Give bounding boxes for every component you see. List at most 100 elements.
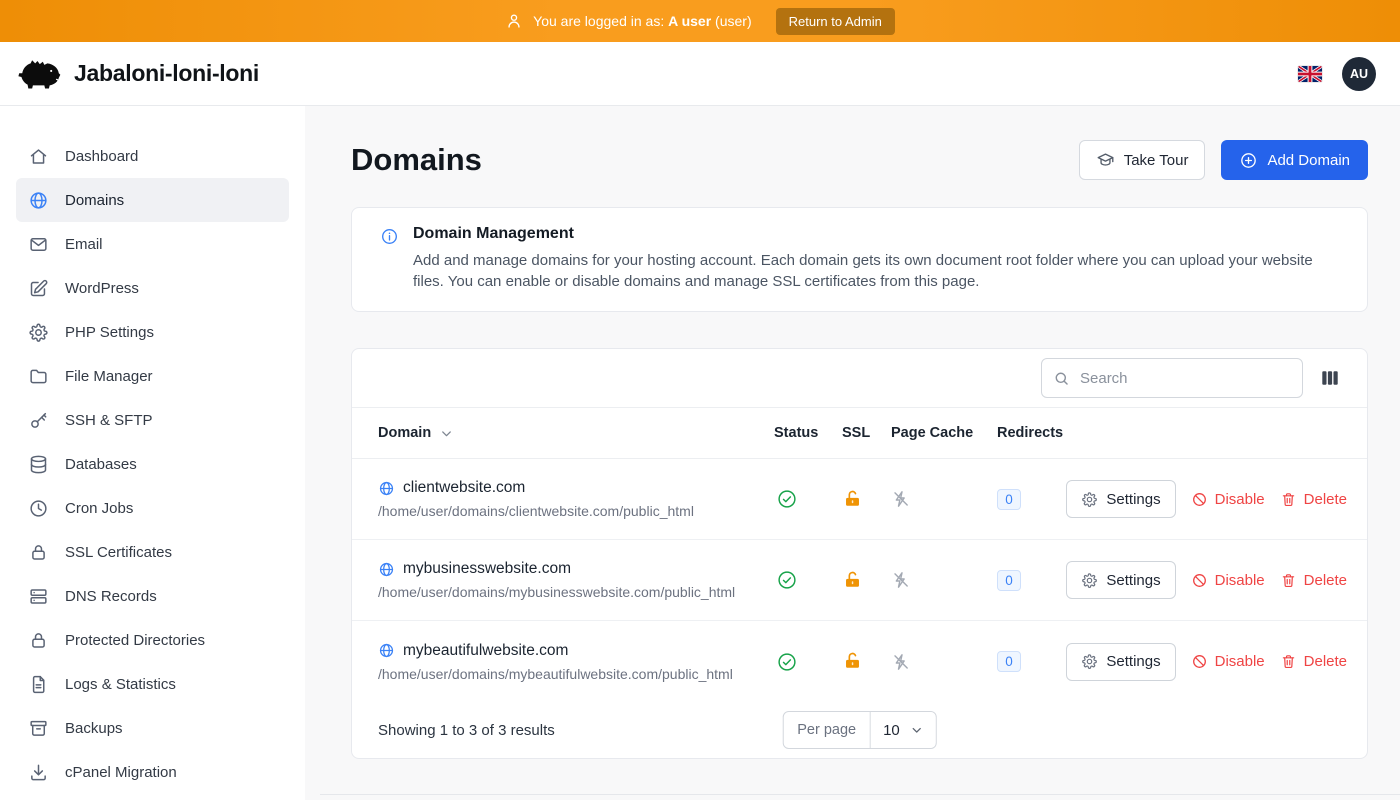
sidebar-item-label: SSH & SFTP xyxy=(65,412,153,429)
sidebar-item-php-settings[interactable]: PHP Settings xyxy=(16,310,289,354)
sidebar-item-backups[interactable]: Backups xyxy=(16,706,289,750)
banner-text: You are logged in as: A user (user) xyxy=(533,13,751,29)
column-header-ssl: SSL xyxy=(842,425,891,441)
domain-path: /home/user/domains/mybusinesswebsite.com… xyxy=(378,584,774,600)
home-icon xyxy=(28,146,49,167)
boar-logo-icon xyxy=(16,58,62,90)
domain-name: mybeautifulwebsite.com xyxy=(403,642,568,660)
status-cell xyxy=(774,488,842,510)
sidebar-item-label: File Manager xyxy=(65,368,153,385)
ssl-unlocked-icon[interactable] xyxy=(842,489,863,510)
main-content: Domains Take Tour Add Domain Domain Mana… xyxy=(305,106,1400,800)
globe-icon xyxy=(378,561,395,578)
return-to-admin-button[interactable]: Return to Admin xyxy=(776,8,895,35)
gear-icon xyxy=(1081,491,1098,508)
globe-icon xyxy=(28,190,49,211)
impersonation-banner: You are logged in as: A user (user) Retu… xyxy=(0,0,1400,42)
column-header-domain[interactable]: Domain xyxy=(378,425,774,441)
sidebar-item-wordpress[interactable]: WordPress xyxy=(16,266,289,310)
table-row: mybusinesswebsite.com /home/user/domains… xyxy=(352,540,1367,621)
sidebar-item-label: WordPress xyxy=(65,280,139,297)
header-right: AU xyxy=(1298,57,1376,91)
language-flag-uk-icon[interactable] xyxy=(1298,66,1322,82)
sidebar-item-ssl-certificates[interactable]: SSL Certificates xyxy=(16,530,289,574)
domain-cell: mybeautifulwebsite.com /home/user/domain… xyxy=(378,642,774,682)
sidebar-item-protected-directories[interactable]: Protected Directories xyxy=(16,618,289,662)
sidebar-item-logs-statistics[interactable]: Logs & Statistics xyxy=(16,662,289,706)
ban-icon xyxy=(1191,491,1208,508)
sidebar-item-label: SSL Certificates xyxy=(65,544,172,561)
sidebar-item-label: Domains xyxy=(65,192,124,209)
page-cache-disabled-icon[interactable] xyxy=(891,652,911,672)
row-actions: Settings Disable Delete xyxy=(1087,561,1347,599)
sidebar-item-label: Email xyxy=(65,236,103,253)
table-row: clientwebsite.com /home/user/domains/cli… xyxy=(352,459,1367,540)
settings-button[interactable]: Settings xyxy=(1066,643,1175,681)
sidebar-item-databases[interactable]: Databases xyxy=(16,442,289,486)
sidebar-item-cpanel-migration[interactable]: cPanel Migration xyxy=(16,750,289,794)
page-cache-disabled-icon[interactable] xyxy=(891,570,911,590)
settings-button[interactable]: Settings xyxy=(1066,480,1175,518)
sort-chevron-icon xyxy=(439,426,454,441)
sidebar-item-email[interactable]: Email xyxy=(16,222,289,266)
disable-button[interactable]: Disable xyxy=(1191,572,1265,589)
gear-icon xyxy=(1081,572,1098,589)
delete-button[interactable]: Delete xyxy=(1280,572,1347,589)
chevron-down-icon xyxy=(910,723,924,737)
ssl-unlocked-icon[interactable] xyxy=(842,651,863,672)
domain-path: /home/user/domains/mybeautifulwebsite.co… xyxy=(378,666,774,682)
sidebar-item-file-manager[interactable]: File Manager xyxy=(16,354,289,398)
columns-icon xyxy=(1319,367,1341,389)
disable-button[interactable]: Disable xyxy=(1191,653,1265,670)
search-box xyxy=(1041,358,1303,398)
table-row: mybeautifulwebsite.com /home/user/domain… xyxy=(352,621,1367,702)
sidebar-item-dashboard[interactable]: Dashboard xyxy=(16,134,289,178)
info-icon xyxy=(380,227,399,246)
server-icon xyxy=(28,586,49,607)
gear-icon xyxy=(1081,653,1098,670)
row-actions: Settings Disable Delete xyxy=(1087,643,1347,681)
mail-icon xyxy=(28,234,49,255)
column-settings-button[interactable] xyxy=(1317,365,1343,391)
delete-button[interactable]: Delete xyxy=(1280,653,1347,670)
redirects-count-badge: 0 xyxy=(997,570,1021,591)
brand-home-link[interactable]: Jabaloni-loni-loni xyxy=(16,58,259,90)
search-icon xyxy=(1053,370,1070,387)
row-actions: Settings Disable Delete xyxy=(1087,480,1347,518)
sidebar-item-cron-jobs[interactable]: Cron Jobs xyxy=(16,486,289,530)
domain-management-info-card: Domain Management Add and manage domains… xyxy=(351,207,1368,312)
graduation-cap-icon xyxy=(1096,151,1115,170)
column-header-status: Status xyxy=(774,425,842,441)
download-icon xyxy=(28,762,49,783)
content-bottom-divider xyxy=(320,794,1400,795)
domain-cell: mybusinesswebsite.com /home/user/domains… xyxy=(378,560,774,600)
search-input[interactable] xyxy=(1041,358,1303,398)
sidebar-item-domains[interactable]: Domains xyxy=(16,178,289,222)
sidebar-item-dns-records[interactable]: DNS Records xyxy=(16,574,289,618)
folder-icon xyxy=(28,366,49,387)
add-domain-button[interactable]: Add Domain xyxy=(1221,140,1368,180)
per-page-select[interactable]: 10 xyxy=(871,712,936,748)
status-enabled-icon xyxy=(776,488,798,510)
page-cache-disabled-icon[interactable] xyxy=(891,489,911,509)
clock-icon xyxy=(28,498,49,519)
archive-icon xyxy=(28,718,49,739)
per-page-control: Per page 10 xyxy=(782,711,937,749)
status-enabled-icon xyxy=(776,569,798,591)
settings-button[interactable]: Settings xyxy=(1066,561,1175,599)
take-tour-button[interactable]: Take Tour xyxy=(1079,140,1206,180)
ssl-cell xyxy=(842,651,891,672)
ssl-unlocked-icon[interactable] xyxy=(842,570,863,591)
sidebar-item-ssh-sftp[interactable]: SSH & SFTP xyxy=(16,398,289,442)
sidebar-item-label: cPanel Migration xyxy=(65,764,177,781)
globe-icon xyxy=(378,480,395,497)
globe-icon xyxy=(378,642,395,659)
delete-button[interactable]: Delete xyxy=(1280,491,1347,508)
page-cache-cell xyxy=(891,570,997,590)
ban-icon xyxy=(1191,653,1208,670)
per-page-label: Per page xyxy=(783,712,871,748)
disable-button[interactable]: Disable xyxy=(1191,491,1265,508)
avatar[interactable]: AU xyxy=(1342,57,1376,91)
redirects-count-badge: 0 xyxy=(997,651,1021,672)
results-summary: Showing 1 to 3 of 3 results xyxy=(378,722,555,739)
